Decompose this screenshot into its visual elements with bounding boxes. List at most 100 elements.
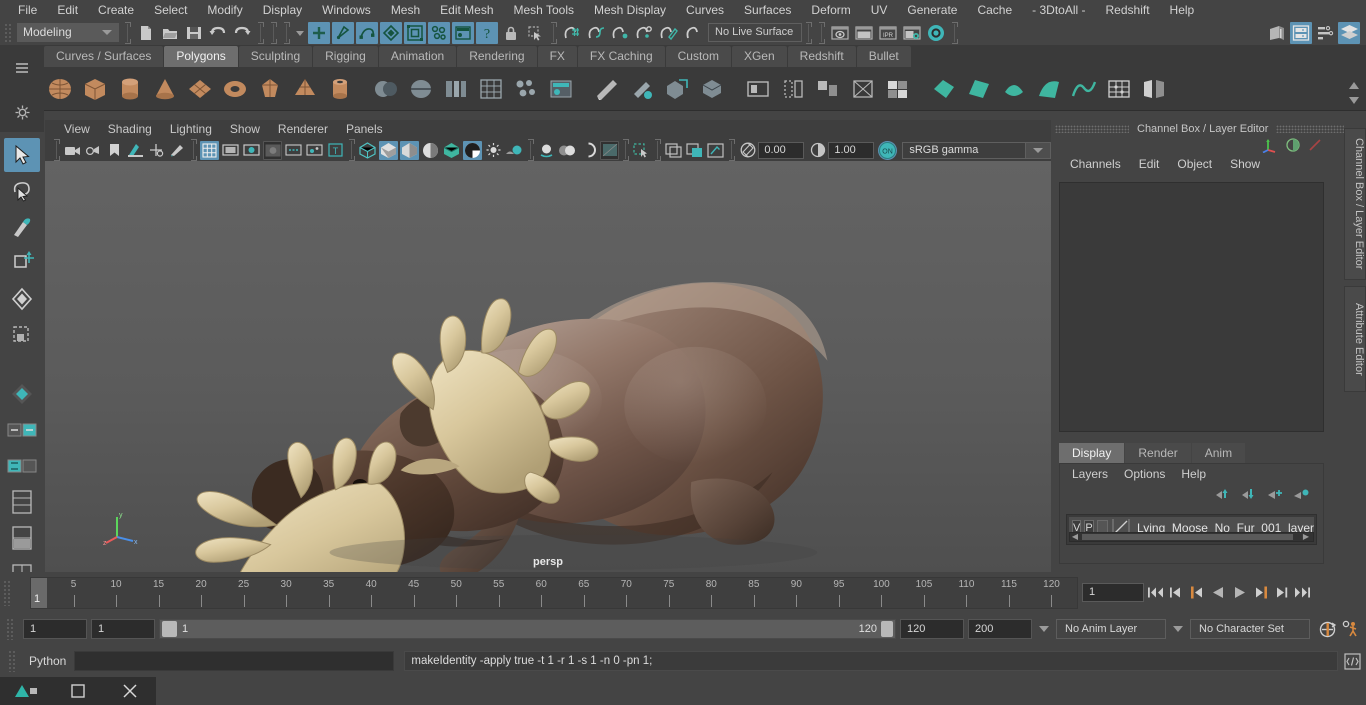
viewport-menu-view[interactable]: View xyxy=(55,120,99,139)
uv-set-icon[interactable] xyxy=(882,73,914,105)
menu-cache[interactable]: Cache xyxy=(967,0,1022,20)
menu-edit[interactable]: Edit xyxy=(47,0,88,20)
menu-select[interactable]: Select xyxy=(144,0,197,20)
combine-icon[interactable] xyxy=(405,73,437,105)
viewport-3d-canvas[interactable]: y x z persp xyxy=(45,161,1051,572)
step-back-keyframe-icon[interactable] xyxy=(1167,582,1186,604)
range-slider[interactable]: 1 120 xyxy=(159,619,896,639)
new-scene-icon[interactable] xyxy=(135,22,157,44)
polygon-cone-icon[interactable] xyxy=(149,73,181,105)
select-by-outliner-icon[interactable] xyxy=(404,22,426,44)
attribute-editor-icon[interactable] xyxy=(1314,22,1336,44)
exposure-icon[interactable] xyxy=(738,141,757,160)
uv-layout-icon[interactable] xyxy=(812,73,844,105)
layer-list[interactable]: V P Lying_Moose_No_Fur_001_layer ◀ ▶ xyxy=(1066,514,1317,545)
image-plane-icon[interactable] xyxy=(126,141,145,160)
shadows-icon[interactable] xyxy=(505,141,524,160)
light-toggle-icon[interactable] xyxy=(484,141,503,160)
range-slider-left-handle[interactable] xyxy=(162,621,177,637)
ipr-render-icon[interactable]: IPR xyxy=(877,22,899,44)
mirror-geometry-icon[interactable] xyxy=(1138,73,1170,105)
smooth-proxy-icon[interactable] xyxy=(510,73,542,105)
selection-mask-dropdown-icon[interactable] xyxy=(294,22,306,44)
command-language-label[interactable]: Python xyxy=(21,654,74,668)
shade-wireframe-icon[interactable] xyxy=(421,141,440,160)
save-scene-icon[interactable] xyxy=(183,22,205,44)
snap-together-icon[interactable] xyxy=(4,413,40,447)
snap-point-icon[interactable] xyxy=(609,22,631,44)
close-icon[interactable] xyxy=(104,677,156,705)
panel-drag-dots-left[interactable] xyxy=(1055,125,1129,133)
rotate-tool-icon[interactable] xyxy=(4,282,40,316)
paint-tool-icon[interactable] xyxy=(626,73,658,105)
resolution-gate-icon[interactable] xyxy=(242,141,261,160)
character-set-combo[interactable]: No Character Set xyxy=(1190,619,1310,639)
snap-curve-icon[interactable] xyxy=(585,22,607,44)
red-slash-icon[interactable] xyxy=(1308,138,1322,155)
polygon-prism-icon[interactable] xyxy=(254,73,286,105)
shelf-tab-rendering[interactable]: Rendering xyxy=(457,46,536,67)
show-selected-icon[interactable] xyxy=(284,141,303,160)
viewport-toolbar-separator-2[interactable] xyxy=(193,141,194,159)
menu-mesh-tools[interactable]: Mesh Tools xyxy=(504,0,584,20)
play-forwards-icon[interactable] xyxy=(1230,582,1249,604)
menu-redshift[interactable]: Redshift xyxy=(1096,0,1160,20)
timeline-gripper[interactable] xyxy=(3,580,12,606)
shelf-tab-redshift[interactable]: Redshift xyxy=(788,46,856,67)
select-particles-icon[interactable] xyxy=(428,22,450,44)
channel-box-menu-edit[interactable]: Edit xyxy=(1130,154,1169,174)
manipulator-axis-icon[interactable] xyxy=(1262,137,1278,156)
menu-generate[interactable]: Generate xyxy=(897,0,967,20)
go-to-end-icon[interactable] xyxy=(1293,582,1312,604)
gamma-field[interactable]: 1.00 xyxy=(828,142,874,159)
layer-menu-help[interactable]: Help xyxy=(1173,464,1214,484)
crease-tool-icon[interactable] xyxy=(591,73,623,105)
select-camera-icon[interactable] xyxy=(63,141,82,160)
command-input-field[interactable] xyxy=(74,651,394,671)
menu-help[interactable]: Help xyxy=(1160,0,1205,20)
maya-app-icon[interactable] xyxy=(0,677,52,705)
grid-toggle-icon[interactable] xyxy=(200,141,219,160)
layer-menu-layers[interactable]: Layers xyxy=(1064,464,1116,484)
range-gripper[interactable] xyxy=(6,618,15,640)
bevel-icon[interactable] xyxy=(696,73,728,105)
make-live-icon[interactable] xyxy=(681,22,703,44)
menu-3dtoall[interactable]: - 3DtoAll - xyxy=(1022,0,1095,20)
play-backwards-icon[interactable] xyxy=(1209,582,1228,604)
animation-start-time-field[interactable]: 1 xyxy=(23,619,87,639)
shelf-menu-icon[interactable] xyxy=(0,57,44,79)
toolbar-separator-8[interactable] xyxy=(954,24,955,42)
viewport-toolbar-separator-3[interactable] xyxy=(351,141,352,159)
layer-list-horizontal-scrollbar[interactable]: ◀ ▶ xyxy=(1069,532,1314,542)
film-gate-icon[interactable] xyxy=(221,141,240,160)
scale-tool-icon[interactable] xyxy=(4,318,40,352)
scroll-thumb[interactable] xyxy=(1082,534,1293,540)
current-frame-input[interactable]: 1 xyxy=(1082,583,1144,602)
screen-space-ao-icon[interactable] xyxy=(537,141,556,160)
polygon-plane-icon[interactable] xyxy=(184,73,216,105)
animation-end-time-field[interactable]: 200 xyxy=(968,619,1032,639)
outliner-icon[interactable] xyxy=(1290,22,1312,44)
polygon-pyramid-icon[interactable] xyxy=(289,73,321,105)
hypershade-icon[interactable] xyxy=(925,22,947,44)
menu-mesh-display[interactable]: Mesh Display xyxy=(584,0,676,20)
shelf-tab-polygons[interactable]: Polygons xyxy=(164,46,237,67)
viewport-scroll-arrows[interactable] xyxy=(1346,78,1364,111)
extrude-icon[interactable] xyxy=(661,73,693,105)
render-settings-icon[interactable] xyxy=(901,22,923,44)
open-scene-icon[interactable] xyxy=(159,22,181,44)
viewport-toolbar-separator-4[interactable] xyxy=(530,141,531,159)
menu-uv[interactable]: UV xyxy=(861,0,898,20)
smooth-mesh-icon[interactable] xyxy=(475,73,507,105)
viewport-menu-lighting[interactable]: Lighting xyxy=(161,120,221,139)
new-empty-layer-icon[interactable] xyxy=(1293,488,1309,503)
ipr-region-icon[interactable] xyxy=(706,141,725,160)
layout-single-icon[interactable] xyxy=(4,485,40,519)
step-back-frame-icon[interactable] xyxy=(1188,582,1207,604)
polygon-torus-icon[interactable] xyxy=(219,73,251,105)
script-editor-icon[interactable] xyxy=(1341,650,1363,672)
go-to-start-icon[interactable] xyxy=(1146,582,1165,604)
polygon-pipe-icon[interactable] xyxy=(324,73,356,105)
menu-surfaces[interactable]: Surfaces xyxy=(734,0,801,20)
separate-icon[interactable] xyxy=(440,73,472,105)
